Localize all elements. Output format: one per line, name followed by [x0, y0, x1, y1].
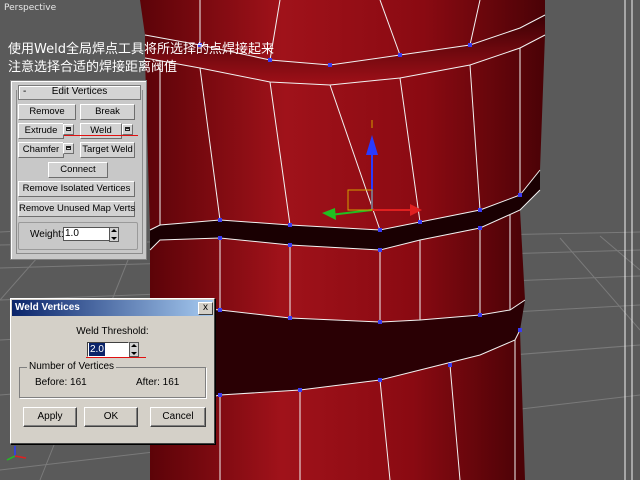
chamfer-button[interactable]: Chamfer [18, 142, 64, 158]
apply-button[interactable]: Apply [23, 407, 77, 427]
axis-tripod-icon [6, 446, 27, 461]
weld-highlight-underline [64, 135, 138, 136]
weld-button[interactable]: Weld [80, 123, 122, 139]
weld-vertices-dialog: Weld Vertices x Weld Threshold: 2.0 Numb… [10, 298, 215, 444]
before-count: Before: 161 [35, 377, 87, 388]
weld-threshold-value: 2.0 [89, 343, 105, 356]
weight-input[interactable]: 1.0 [63, 227, 110, 241]
weight-spinner-icon[interactable] [109, 227, 119, 242]
weld-threshold-input[interactable]: 2.0 [87, 342, 129, 357]
target-weld-button[interactable]: Target Weld [80, 142, 135, 158]
weight-label: Weight: [30, 229, 64, 240]
weld-settings-icon[interactable] [122, 124, 133, 135]
number-of-vertices-label: Number of Vertices [27, 361, 117, 372]
remove-unused-map-verts-button[interactable]: Remove Unused Map Verts [18, 201, 135, 217]
extrude-settings-icon[interactable] [63, 124, 74, 135]
weld-threshold-label: Weld Threshold: [76, 326, 149, 337]
dialog-titlebar[interactable]: Weld Vertices x [12, 300, 213, 316]
ok-button[interactable]: OK [84, 407, 138, 427]
chamfer-settings-icon[interactable] [63, 143, 74, 154]
threshold-spinner-icon[interactable] [129, 342, 139, 357]
caption-line-1: 使用Weld全局焊点工具将所选择的点焊接起来 [8, 42, 274, 57]
cancel-button[interactable]: Cancel [150, 407, 206, 427]
break-button[interactable]: Break [80, 104, 135, 120]
collapse-icon[interactable]: - [23, 86, 26, 97]
rollout-title: Edit Vertices [51, 86, 108, 97]
caption-line-2: 注意选择合适的焊接距离阀值 [8, 60, 178, 75]
viewport-label[interactable]: Perspective [4, 3, 56, 13]
viewport[interactable]: Perspective 使用Weld全局焊点工具将所选择的点焊接起来 注意选择合… [0, 0, 640, 480]
dialog-title: Weld Vertices [15, 302, 80, 313]
remove-isolated-vertices-button[interactable]: Remove Isolated Vertices [18, 181, 135, 197]
connect-button[interactable]: Connect [48, 162, 108, 178]
close-icon[interactable]: x [198, 302, 213, 315]
extrude-button[interactable]: Extrude [18, 123, 64, 139]
remove-button[interactable]: Remove [18, 104, 76, 120]
threshold-highlight-underline [86, 357, 146, 358]
rollout-header[interactable]: Edit Vertices - [18, 85, 141, 100]
after-count: After: 161 [136, 377, 180, 388]
